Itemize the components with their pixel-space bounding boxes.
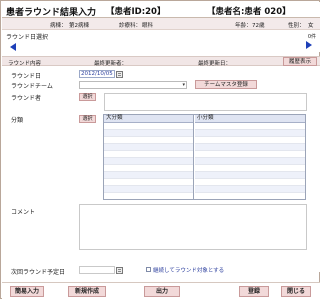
list-item[interactable]	[195, 137, 305, 144]
patient-name: 【患者名:患者 020】	[207, 7, 291, 17]
list-item[interactable]	[195, 186, 305, 193]
close-button[interactable]: 閉じる	[281, 286, 311, 297]
next-arrow-icon[interactable]	[306, 41, 312, 49]
age-label: 年齢：	[235, 23, 252, 29]
minor-category-column: 小分類	[195, 115, 305, 199]
rounder-label: ラウンド者	[11, 95, 42, 102]
prev-arrow-icon[interactable]	[10, 43, 16, 51]
round-team-label: ラウンドチーム	[11, 83, 53, 90]
calendar-icon[interactable]	[116, 267, 123, 274]
footer-bar: 簡易入力 新規作成 出力 登録 閉じる	[2, 282, 320, 299]
list-item[interactable]	[195, 179, 305, 186]
continue-checkbox[interactable]	[146, 267, 151, 272]
ward-value: 第2病棟	[69, 23, 89, 29]
list-item[interactable]	[104, 137, 193, 144]
list-item[interactable]	[104, 165, 193, 172]
team-master-button[interactable]: チームマスタ登録	[195, 80, 257, 89]
list-item[interactable]	[104, 172, 193, 179]
list-item[interactable]	[104, 123, 193, 130]
classification-label: 分類	[11, 117, 24, 124]
round-content-header: ラウンド内容 最終更新者： 最終更新日： 履歴表示	[2, 56, 320, 67]
dept-label: 診療科：	[119, 23, 142, 29]
sex-value: 女	[308, 23, 314, 29]
age-value: 72歳	[252, 23, 265, 29]
list-item[interactable]	[195, 158, 305, 165]
dept-value: 眼科	[142, 23, 154, 29]
new-create-button[interactable]: 新規作成	[68, 286, 106, 297]
list-item[interactable]	[104, 151, 193, 158]
list-item[interactable]	[195, 130, 305, 137]
next-round-date-input[interactable]	[79, 266, 115, 274]
comment-textarea[interactable]	[79, 204, 307, 250]
classification-select-button[interactable]: 選択	[79, 115, 96, 123]
list-item[interactable]	[104, 186, 193, 193]
ward-label: 病棟：	[50, 23, 67, 29]
list-item[interactable]	[104, 130, 193, 137]
minor-category-header: 小分類	[195, 115, 305, 123]
round-date-select-label: ラウンド日選択	[6, 34, 49, 41]
round-count: 0件	[307, 34, 316, 40]
list-item[interactable]	[195, 144, 305, 151]
round-date-navigator: ラウンド日選択 0件	[2, 30, 320, 52]
patient-info-bar: 病棟： 第2病棟 診療科： 眼科 年齢： 72歳 性別： 女	[2, 18, 320, 30]
list-item[interactable]	[195, 151, 305, 158]
classification-grid: 大分類 小分類	[103, 114, 306, 200]
list-item[interactable]	[195, 123, 305, 130]
rounder-textbox[interactable]	[104, 93, 307, 111]
round-date-label: ラウンド日	[11, 73, 42, 80]
list-item[interactable]	[104, 179, 193, 186]
window-frame: 患者ラウンド結果入力 【患者ID:20】 【患者名:患者 020】 病棟： 第2…	[0, 0, 320, 299]
comment-label: コメント	[11, 209, 36, 216]
list-item[interactable]	[104, 144, 193, 151]
round-date-input[interactable]: 2012/10/05	[79, 70, 115, 78]
next-round-label: 次回ラウンド予定日	[11, 269, 66, 276]
title-bar: 患者ラウンド結果入力 【患者ID:20】 【患者名:患者 020】	[2, 2, 320, 18]
rounder-select-button[interactable]: 選択	[79, 93, 96, 101]
history-button[interactable]: 履歴表示	[283, 57, 317, 66]
calendar-icon[interactable]	[116, 71, 123, 78]
continue-checkbox-label: 継続してラウンド対象とする	[153, 268, 225, 274]
round-team-select[interactable]: ▾	[79, 81, 187, 89]
chevron-down-icon: ▾	[182, 82, 185, 88]
simple-input-button[interactable]: 簡易入力	[10, 286, 44, 297]
major-category-column: 大分類	[104, 115, 194, 199]
major-category-header: 大分類	[104, 115, 193, 123]
print-button[interactable]: 出力	[144, 286, 180, 297]
list-item[interactable]	[104, 158, 193, 165]
list-item[interactable]	[195, 172, 305, 179]
page-title: 患者ラウンド結果入力	[6, 8, 97, 18]
register-button[interactable]: 登録	[239, 286, 269, 297]
list-item[interactable]	[195, 165, 305, 172]
patient-id: 【患者ID:20】	[106, 7, 166, 17]
sex-label: 性別：	[288, 23, 305, 29]
